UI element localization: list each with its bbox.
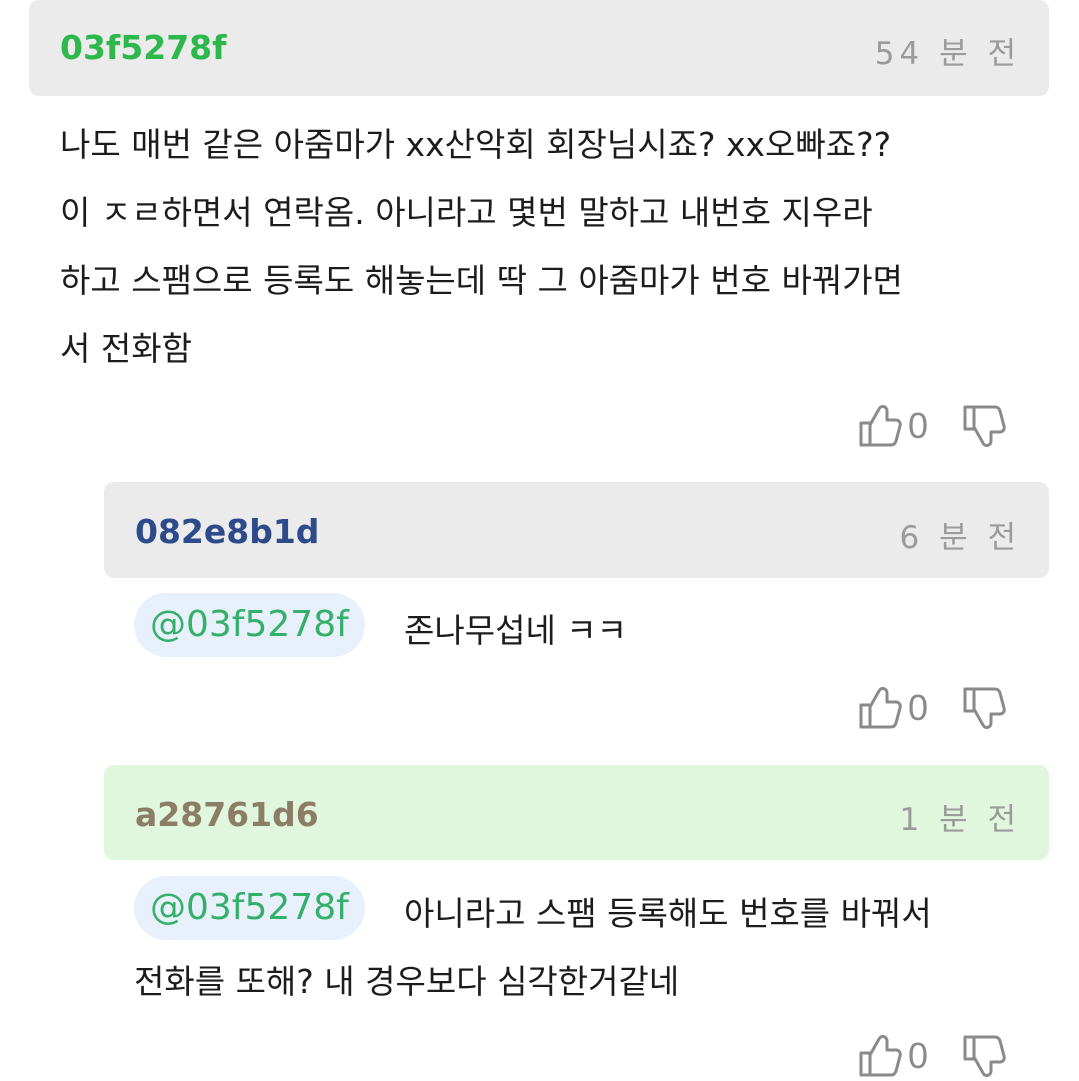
like-count: 0 [908, 405, 929, 446]
mention-badge[interactable]: @03f5278f [134, 593, 365, 657]
comment-vote-bar: 0 [858, 401, 1006, 451]
reply-text-line-2: 전화를 또해? 내 경우보다 심각한거같네 [134, 962, 680, 1001]
reply-time: 6 분 전 [899, 520, 1021, 556]
like-count: 0 [908, 1035, 929, 1076]
reply-vote-bar: 0 [858, 1031, 1006, 1081]
reply-time: 1 분 전 [899, 802, 1021, 838]
mention-badge[interactable]: @03f5278f [134, 876, 365, 940]
comment-line-3: 하고 스팸으로 등록도 해놓는데 딱 그 아줌마가 번호 바꿔가면 [60, 261, 903, 300]
thumbs-down-icon[interactable] [962, 403, 1006, 449]
thumbs-down-icon[interactable] [962, 685, 1006, 731]
comment-line-4: 서 전화함 [60, 329, 192, 368]
comment-time: 54 분 전 [874, 36, 1021, 72]
reply-user-id[interactable]: 082e8b1d [135, 512, 319, 551]
reply-vote-bar: 0 [858, 683, 1006, 733]
thumbs-up-icon[interactable] [858, 685, 902, 731]
comment-user-id[interactable]: 03f5278f [60, 28, 226, 67]
reply-text: 존나무섭네 ㅋㅋ [404, 611, 628, 650]
reply-text-line-1: 아니라고 스팸 등록해도 번호를 바꿔서 [404, 894, 932, 933]
like-count: 0 [908, 687, 929, 728]
thumbs-down-icon[interactable] [962, 1033, 1006, 1079]
reply-user-id[interactable]: a28761d6 [135, 795, 319, 834]
comment-line-2: 이 ㅈㄹ하면서 연락옴. 아니라고 몇번 말하고 내번호 지우라 [60, 193, 873, 232]
thumbs-up-icon[interactable] [858, 403, 902, 449]
comment-line-1: 나도 매번 같은 아줌마가 xx산악회 회장님시죠? xx오빠죠?? [60, 125, 892, 164]
thumbs-up-icon[interactable] [858, 1033, 902, 1079]
